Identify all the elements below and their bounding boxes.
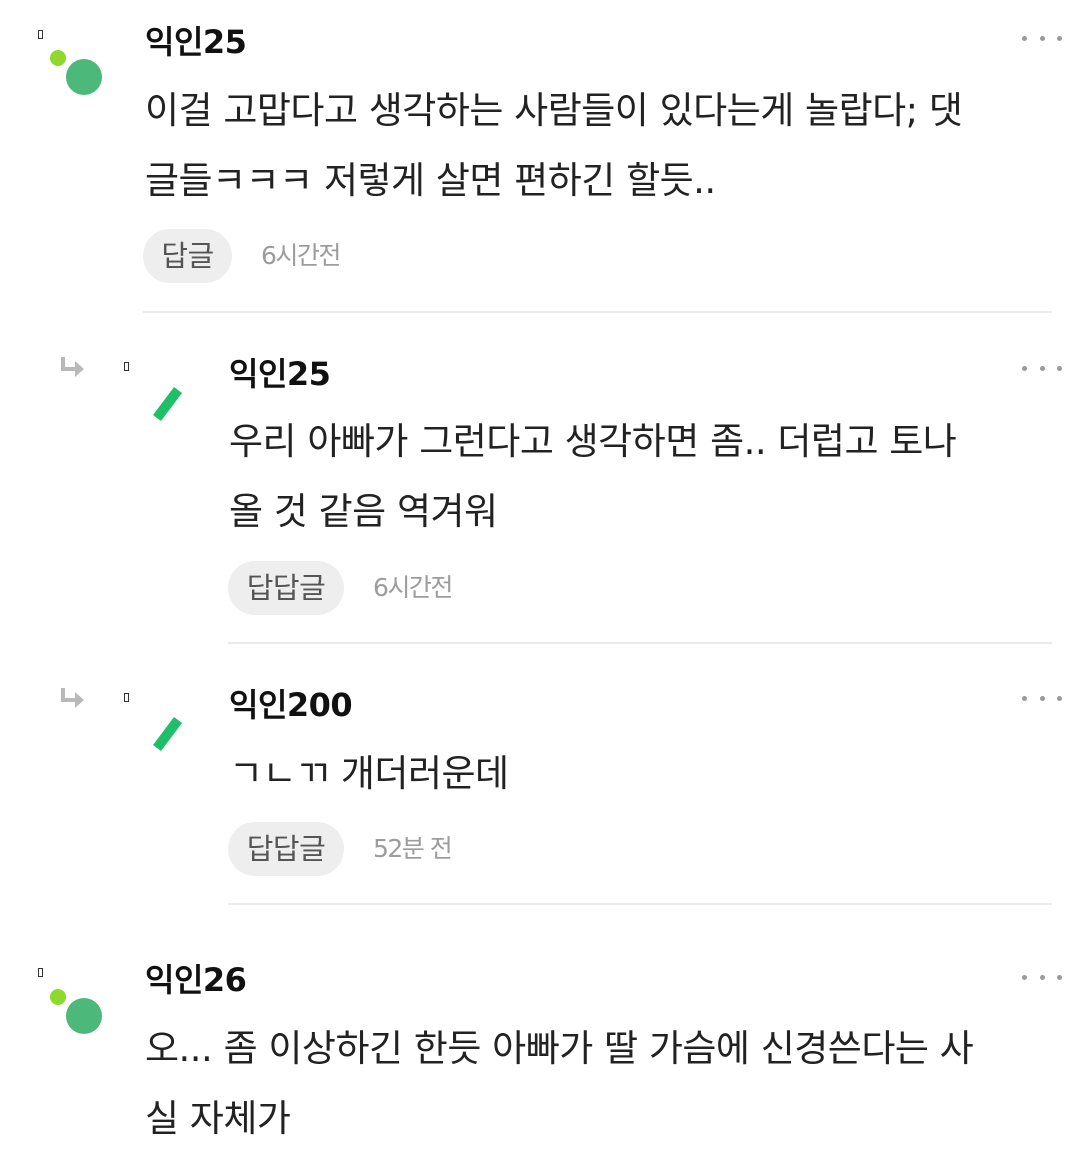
comment-text-line: 우리 아빠가 그런다고 생각하면 좀.. 더럽고 토나 — [229, 420, 957, 463]
more-options-icon[interactable] — [1022, 688, 1062, 708]
comment-nickname[interactable]: 익인25 — [145, 22, 247, 62]
comment-text-line: 글들ㅋㅋㅋ 저렇게 살면 편하긴 할듯.. — [145, 159, 716, 202]
green-dot-avatar-icon — [50, 50, 102, 95]
reply-comment-item: 익인200 ㄱㄴㄲ 개더러운데 답답글 52분 전 — [0, 660, 1080, 910]
comment-text-line: 오... 좀 이상하긴 한듯 아빠가 딸 가슴에 신경쓴다는 사 — [145, 1027, 974, 1070]
divider — [228, 642, 1052, 644]
reply-button[interactable]: 답글 — [143, 229, 232, 283]
reply-button[interactable]: 답답글 — [228, 561, 344, 615]
comment-time: 6시간전 — [373, 573, 453, 602]
divider — [228, 903, 1052, 905]
comment-text-line: 올 것 같음 역겨워 — [229, 490, 498, 533]
green-dot-avatar-icon — [50, 989, 102, 1034]
marker-icon — [38, 30, 43, 39]
comment-nickname[interactable]: 익인200 — [229, 685, 353, 725]
green-slash-avatar-icon — [153, 717, 182, 751]
comment-text-line: ㄱㄴㄲ 개더러운데 — [229, 752, 509, 795]
comment-time: 52분 전 — [373, 834, 453, 863]
more-options-icon[interactable] — [1022, 28, 1062, 48]
more-options-icon[interactable] — [1022, 967, 1062, 987]
reply-arrow-icon — [61, 688, 84, 708]
comment-nickname[interactable]: 익인25 — [229, 354, 331, 394]
more-options-icon[interactable] — [1022, 358, 1062, 378]
comment-text-line: 이걸 고맙다고 생각하는 사람들이 있다는게 놀랍다; 댓 — [145, 89, 963, 132]
marker-icon — [124, 693, 129, 702]
reply-button[interactable]: 답답글 — [228, 822, 344, 876]
comment-time: 6시간전 — [261, 241, 341, 270]
reply-arrow-icon — [61, 357, 84, 377]
comment-nickname[interactable]: 익인26 — [145, 960, 247, 1000]
green-slash-avatar-icon — [153, 387, 182, 421]
reply-comment-item: 익인25 우리 아빠가 그런다고 생각하면 좀.. 더럽고 토나 올 것 같음 … — [0, 330, 1080, 650]
divider — [143, 311, 1052, 313]
comment-text-line: 실 자체가 — [145, 1097, 291, 1140]
comment-item: 익인26 오... 좀 이상하긴 한듯 아빠가 딸 가슴에 신경쓴다는 사 실 … — [0, 940, 1080, 1148]
marker-icon — [124, 362, 129, 371]
comment-item: 익인25 이걸 고맙다고 생각하는 사람들이 있다는게 놀랍다; 댓 글들ㅋㅋㅋ… — [0, 0, 1080, 320]
marker-icon — [38, 968, 43, 977]
